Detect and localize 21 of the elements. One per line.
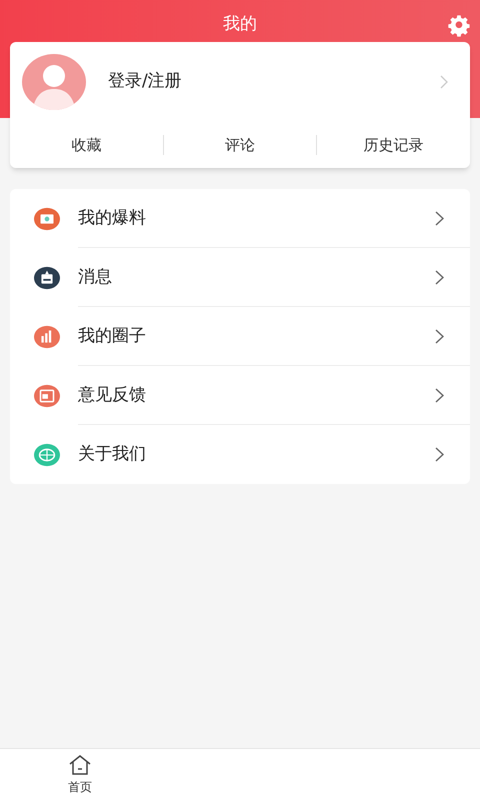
menu-item[interactable]: 我的爆料: [10, 189, 470, 248]
chevron-icon: [435, 211, 444, 226]
page-title: 我的: [223, 13, 257, 36]
chevron-icon: [435, 388, 444, 403]
home-icon: [67, 754, 93, 776]
chevron-icon: [435, 329, 444, 344]
menu-item[interactable]: 意见反馈: [10, 366, 470, 425]
settings-icon[interactable]: [448, 15, 470, 37]
shortcut-tab[interactable]: 历史记录: [317, 134, 470, 156]
menu-item[interactable]: 关于我们: [10, 425, 470, 484]
chevron-icon: [435, 270, 444, 285]
chevron-icon: [440, 75, 448, 89]
menu-item[interactable]: 消息: [10, 248, 470, 307]
login-label: 登录/注册: [108, 70, 183, 94]
menu-item[interactable]: 我的圈子: [10, 307, 470, 366]
home-tab[interactable]: 首页: [0, 749, 160, 800]
shortcut-tab[interactable]: 收藏: [10, 134, 163, 156]
chevron-icon: [435, 447, 444, 462]
shortcut-tab[interactable]: 评论: [164, 134, 316, 156]
avatar-icon: [22, 54, 86, 110]
login-row[interactable]: 登录/注册: [10, 42, 470, 122]
